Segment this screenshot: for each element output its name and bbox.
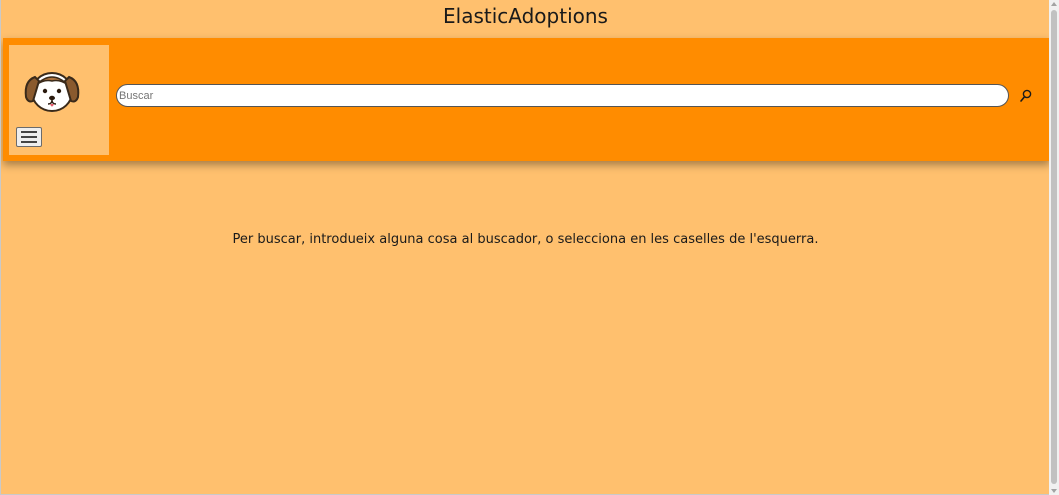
puppy-icon [24,72,80,112]
search-input[interactable] [116,84,1009,107]
scrollbar-thumb[interactable] [1051,10,1057,484]
app-viewport: ElasticAdoptions Buscar Per buscar, intr… [0,0,1049,495]
hamburger-icon-line [21,141,37,143]
app-title: ElasticAdoptions [443,4,608,28]
scroll-up-arrow-icon[interactable] [1051,2,1057,6]
menu-button[interactable] [16,127,42,147]
search-instructions: Per buscar, introdueix alguna cosa al bu… [232,232,819,247]
hamburger-icon-line [21,131,37,133]
magnifier-icon [1020,89,1032,102]
search-button[interactable] [1018,88,1034,104]
header-bar [3,38,1049,161]
logo-box [9,45,109,155]
scroll-down-arrow-icon[interactable] [1051,489,1057,493]
vertical-scrollbar[interactable] [1049,0,1059,495]
hamburger-icon-line [21,136,37,138]
